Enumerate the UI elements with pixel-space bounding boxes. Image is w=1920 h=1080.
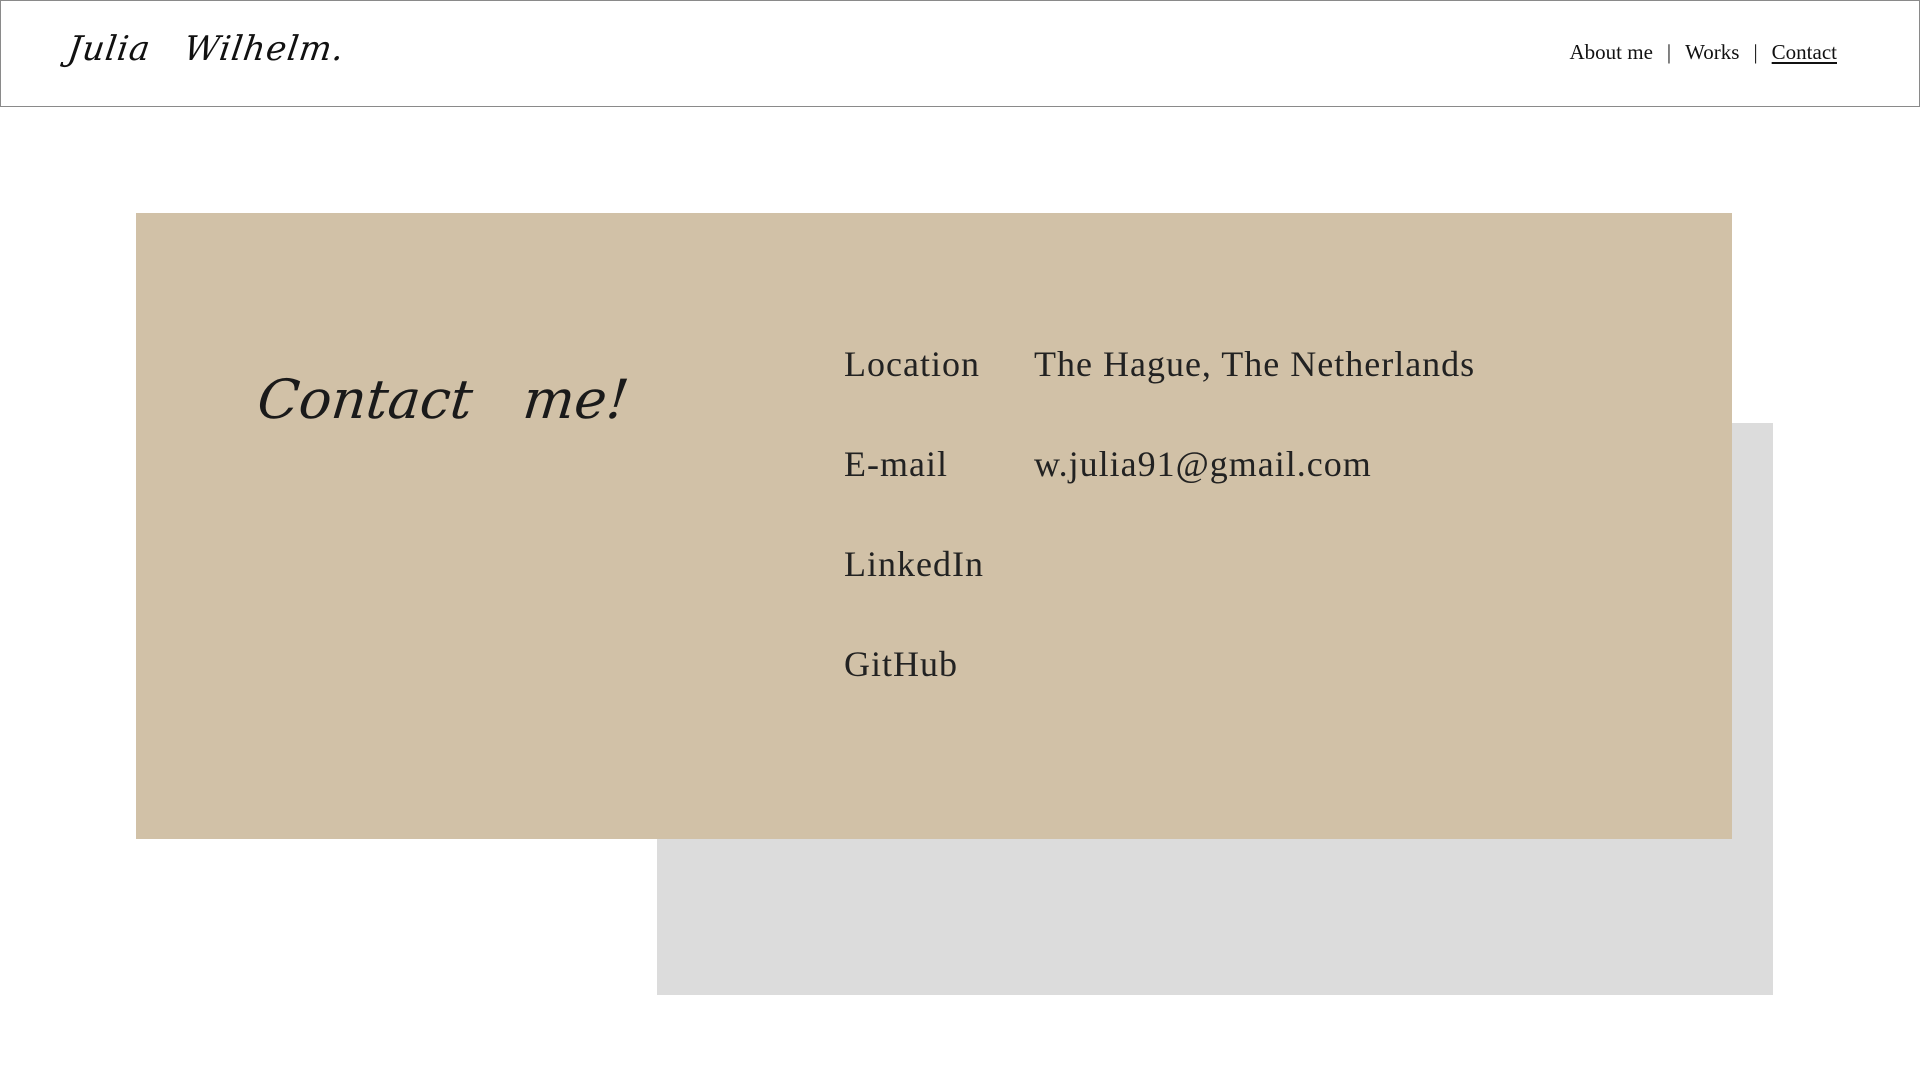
main-nav: About me | Works | Contact (1570, 40, 1837, 65)
github-link[interactable]: GitHub (844, 643, 1034, 685)
nav-link-contact[interactable]: Contact (1772, 40, 1837, 65)
nav-separator: | (1666, 40, 1672, 64)
linkedin-link[interactable]: LinkedIn (844, 543, 1034, 585)
contact-details: Location The Hague, The Netherlands E-ma… (844, 343, 1475, 743)
nav-link-about[interactable]: About me (1570, 40, 1653, 65)
site-logo[interactable]: Julia Wilhelm. (65, 29, 347, 69)
contact-heading: Contact me! (254, 368, 632, 431)
contact-label: Location (844, 344, 980, 384)
contact-label: E-mail (844, 444, 948, 484)
nav-link-works[interactable]: Works (1685, 40, 1739, 65)
contact-email-link[interactable]: w.julia91@gmail.com (1034, 443, 1372, 485)
contact-card: Contact me! Location The Hague, The Neth… (136, 213, 1732, 839)
contact-row-email: E-mail w.julia91@gmail.com (844, 443, 1475, 543)
contact-row-github[interactable]: GitHub (844, 643, 1475, 743)
site-header: Julia Wilhelm. About me | Works | Contac… (0, 0, 1920, 107)
nav-separator: | (1753, 40, 1758, 64)
contact-value: The Hague, The Netherlands (1034, 344, 1476, 384)
contact-row-location: Location The Hague, The Netherlands (844, 343, 1475, 443)
contact-row-linkedin[interactable]: LinkedIn (844, 543, 1475, 643)
